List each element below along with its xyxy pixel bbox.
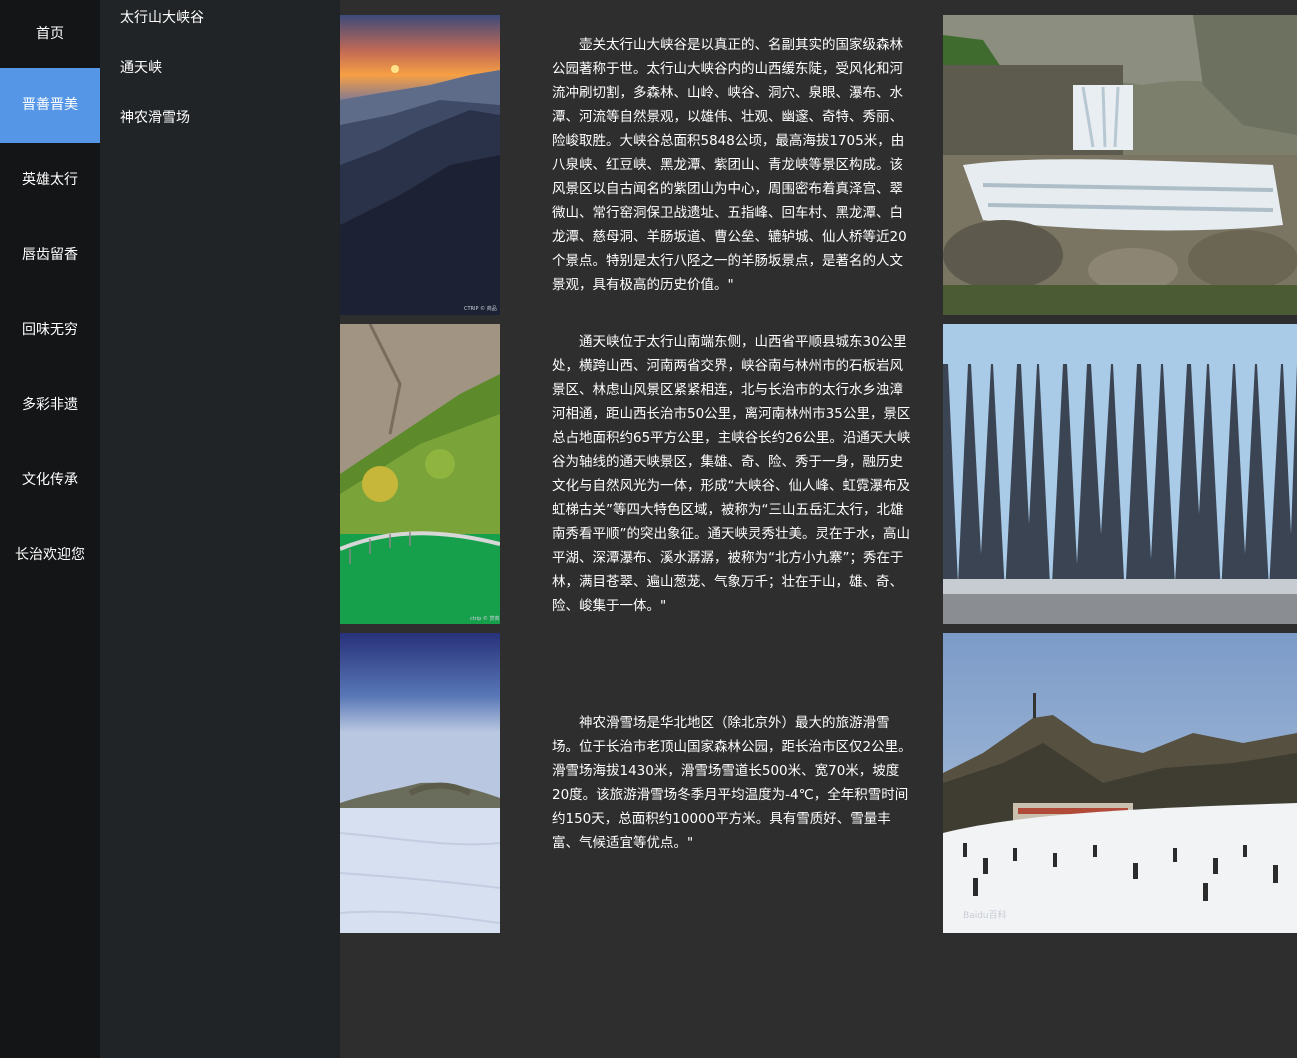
sub-menu: 太行山大峡谷 通天峡 神农滑雪场 bbox=[100, 0, 340, 1058]
sub-item-taihang-canyon[interactable]: 太行山大峡谷 bbox=[100, 0, 340, 50]
content-area: CTRIP © 商品 壶关太行山大峡谷是以真正的、名副其实的国家级森林公园著称于… bbox=[340, 15, 1297, 942]
snowfield-sky-image bbox=[340, 633, 500, 933]
main-nav: 首页 晋善晋美 英雄太行 唇齿留香 回味无穷 多彩非遗 文化传承 长治欢迎您 bbox=[0, 0, 100, 1058]
section-paragraph: 通天峡位于太行山南端东侧，山西省平顺县城东30公里处，横跨山西、河南两省交界，峡… bbox=[552, 334, 911, 614]
sub-item-shennong-ski[interactable]: 神农滑雪场 bbox=[100, 100, 340, 150]
section-paragraph: 壶关太行山大峡谷是以真正的、名副其实的国家级森林公园著称于世。太行山大峡谷内的山… bbox=[552, 37, 907, 293]
cliff-lake-bridge-image: ctrip © 赏商 bbox=[340, 324, 500, 624]
section-text: 壶关太行山大峡谷是以真正的、名副其实的国家级森林公园著称于世。太行山大峡谷内的山… bbox=[552, 15, 914, 315]
waterfall-image bbox=[943, 15, 1297, 315]
section-shennong-ski: 神农滑雪场是华北地区（除北京外）最大的旅游滑雪场。位于长治市老顶山国家森林公园，… bbox=[340, 633, 1297, 933]
section-taihang-canyon: CTRIP © 商品 壶关太行山大峡谷是以真正的、名副其实的国家级森林公园著称于… bbox=[340, 15, 1297, 315]
image-watermark: Baidu百科 bbox=[963, 909, 1007, 921]
image-watermark: ctrip © 赏商 bbox=[470, 615, 500, 622]
frozen-icefall-image bbox=[943, 324, 1297, 624]
ski-resort-crowd-image: Baidu百科 bbox=[943, 633, 1297, 933]
nav-item-jinshan-jinmei[interactable]: 晋善晋美 bbox=[0, 68, 100, 143]
sunset-mountains-image: CTRIP © 商品 bbox=[340, 15, 500, 315]
sub-item-tongtian-gorge[interactable]: 通天峡 bbox=[100, 50, 340, 100]
section-tongtian-gorge: ctrip © 赏商 通天峡位于太行山南端东侧，山西省平顺县城东30公里处，横跨… bbox=[340, 324, 1297, 624]
nav-item-duocai-feiyi[interactable]: 多彩非遗 bbox=[0, 368, 100, 443]
nav-item-home[interactable]: 首页 bbox=[0, 0, 100, 68]
section-text: 神农滑雪场是华北地区（除北京外）最大的旅游滑雪场。位于长治市老顶山国家森林公园，… bbox=[552, 633, 914, 933]
section-paragraph: 神农滑雪场是华北地区（除北京外）最大的旅游滑雪场。位于长治市老顶山国家森林公园，… bbox=[552, 715, 912, 851]
nav-item-yingxiong-taihang[interactable]: 英雄太行 bbox=[0, 143, 100, 218]
nav-item-chunchi-liuxiang[interactable]: 唇齿留香 bbox=[0, 218, 100, 293]
section-text: 通天峡位于太行山南端东侧，山西省平顺县城东30公里处，横跨山西、河南两省交界，峡… bbox=[552, 324, 914, 624]
image-watermark: CTRIP © 商品 bbox=[464, 305, 497, 312]
nav-item-huiwei-wuqiong[interactable]: 回味无穷 bbox=[0, 293, 100, 368]
nav-item-wenhua-chuancheng[interactable]: 文化传承 bbox=[0, 443, 100, 518]
nav-item-changzhi-welcome[interactable]: 长治欢迎您 bbox=[0, 518, 100, 593]
